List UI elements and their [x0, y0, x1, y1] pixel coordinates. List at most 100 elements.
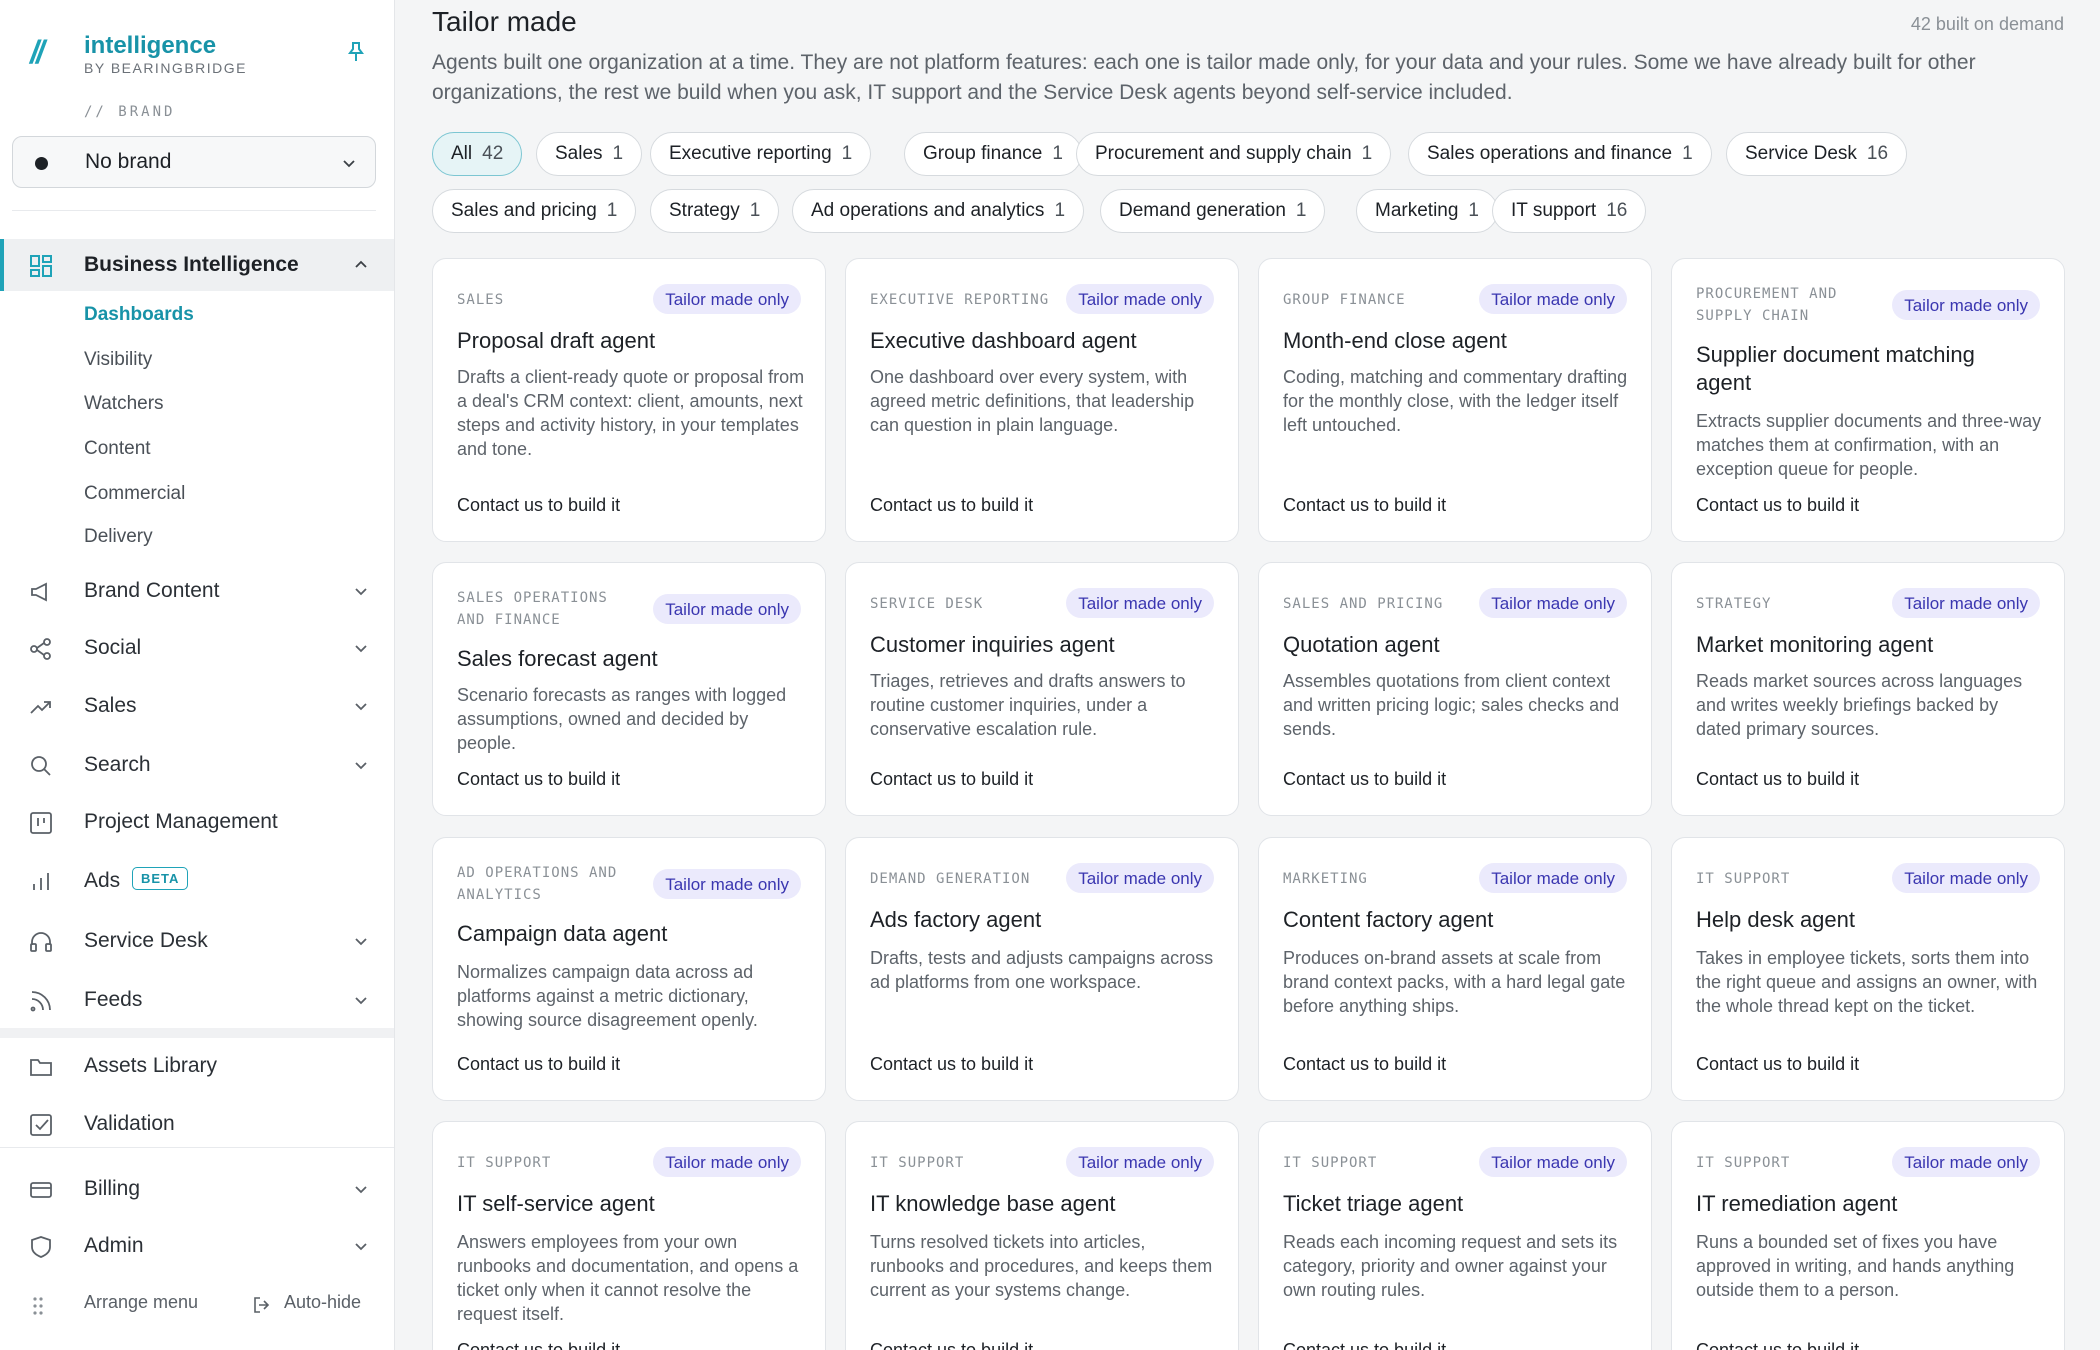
chip-executive-reporting[interactable]: Executive reporting 1 — [650, 132, 872, 176]
tailor-made-badge: Tailor made only — [653, 869, 801, 899]
contact-link[interactable]: Contact us to build it — [1283, 1340, 1446, 1350]
agent-card[interactable]: IT SUPPORT Tailor made only IT self-serv… — [432, 1121, 826, 1350]
card-title: Executive dashboard agent — [870, 328, 1137, 353]
agent-card[interactable]: STRATEGY Tailor made only Market monitor… — [1671, 562, 2065, 816]
nav-label: Billing — [84, 1177, 141, 1200]
contact-link[interactable]: Contact us to build it — [870, 769, 1033, 790]
card-description: Extracts supplier documents and three-wa… — [1696, 411, 2042, 479]
nav-project-management[interactable]: Project Management — [0, 796, 394, 848]
agent-card[interactable]: SALES AND PRICING Tailor made only Quota… — [1258, 562, 1652, 816]
agent-card[interactable]: SERVICE DESK Tailor made only Customer i… — [845, 562, 1239, 816]
nav-brand-content[interactable]: Brand Content — [0, 565, 394, 617]
subnav-visibility[interactable]: Visibility — [84, 349, 152, 371]
tailor-made-badge: Tailor made only — [1479, 1147, 1627, 1177]
agent-card[interactable]: PROCUREMENT AND SUPPLY CHAIN Tailor made… — [1671, 258, 2065, 542]
chip-strategy[interactable]: Strategy 1 — [650, 189, 780, 233]
agent-card[interactable]: IT SUPPORT Tailor made only Help desk ag… — [1671, 837, 2065, 1101]
nav-validation[interactable]: Validation — [0, 1098, 394, 1150]
card-category: EXECUTIVE REPORTING — [870, 292, 1050, 308]
chip-ad-operations[interactable]: Ad operations and analytics 1 — [792, 189, 1085, 233]
headset-icon — [30, 932, 52, 952]
chip-sales-and-pricing[interactable]: Sales and pricing 1 — [432, 189, 637, 233]
agent-card[interactable]: SALES OPERATIONS AND FINANCE Tailor made… — [432, 562, 826, 816]
contact-link[interactable]: Contact us to build it — [457, 769, 620, 790]
pin-icon[interactable] — [344, 40, 368, 64]
card-title: Sales forecast agent — [457, 646, 658, 671]
agent-card[interactable]: SALES Tailor made only Proposal draft ag… — [432, 258, 826, 542]
contact-link[interactable]: Contact us to build it — [1696, 495, 1859, 516]
auto-hide-button[interactable]: Auto-hide — [284, 1292, 361, 1313]
nav-label: Project Management — [84, 810, 278, 833]
agent-card[interactable]: MARKETING Tailor made only Content facto… — [1258, 837, 1652, 1101]
agent-card[interactable]: AD OPERATIONS AND ANALYTICS Tailor made … — [432, 837, 826, 1101]
nav-feeds[interactable]: Feeds — [0, 974, 394, 1026]
drag-handle-icon[interactable] — [32, 1296, 44, 1316]
contact-link[interactable]: Contact us to build it — [457, 1054, 620, 1075]
contact-link[interactable]: Contact us to build it — [870, 1054, 1033, 1075]
card-category: AD OPERATIONS AND ANALYTICS — [457, 865, 618, 903]
brand-select[interactable]: No brand — [12, 136, 376, 188]
contact-link[interactable]: Contact us to build it — [1696, 769, 1859, 790]
nav-admin[interactable]: Admin — [0, 1220, 394, 1272]
divider — [0, 1147, 394, 1148]
chip-count: 1 — [841, 143, 853, 164]
chip-service-desk[interactable]: Service Desk 16 — [1726, 132, 1908, 176]
logo[interactable]: // intelligence BY BEARINGBRIDGE — [28, 30, 368, 80]
contact-link[interactable]: Contact us to build it — [870, 1340, 1033, 1350]
subnav-dashboards[interactable]: Dashboards — [84, 304, 194, 326]
nav-service-desk[interactable]: Service Desk — [0, 915, 394, 967]
agent-card[interactable]: IT SUPPORT Tailor made only IT knowledge… — [845, 1121, 1239, 1350]
tailor-made-badge: Tailor made only — [1479, 863, 1627, 893]
chip-it-support[interactable]: IT support 16 — [1492, 189, 1647, 233]
chip-sales-operations[interactable]: Sales operations and finance 1 — [1408, 132, 1712, 176]
subnav-commercial[interactable]: Commercial — [84, 483, 185, 505]
chip-sales[interactable]: Sales 1 — [536, 132, 643, 176]
tailor-made-badge: Tailor made only — [1066, 588, 1214, 618]
agent-card[interactable]: IT SUPPORT Tailor made only Ticket triag… — [1258, 1121, 1652, 1350]
subnav-watchers[interactable]: Watchers — [84, 393, 164, 415]
nav-label: Social — [84, 636, 142, 659]
contact-link[interactable]: Contact us to build it — [457, 1340, 620, 1350]
built-count: 42 built on demand — [1910, 14, 2064, 34]
nav-sales[interactable]: Sales — [0, 680, 394, 732]
group-separator — [0, 1028, 394, 1038]
contact-link[interactable]: Contact us to build it — [1283, 1054, 1446, 1075]
chip-procurement[interactable]: Procurement and supply chain 1 — [1076, 132, 1392, 176]
nav-social[interactable]: Social — [0, 622, 394, 674]
agent-card[interactable]: GROUP FINANCE Tailor made only Month-end… — [1258, 258, 1652, 542]
chip-group-finance[interactable]: Group finance 1 — [904, 132, 1082, 176]
tailor-made-badge: Tailor made only — [1066, 1147, 1214, 1177]
chip-label: All — [451, 143, 473, 164]
agent-card[interactable]: DEMAND GENERATION Tailor made only Ads f… — [845, 837, 1239, 1101]
chip-label: Sales operations and finance — [1427, 143, 1673, 164]
chip-count: 42 — [482, 143, 504, 164]
chip-demand-generation[interactable]: Demand generation 1 — [1100, 189, 1326, 233]
contact-link[interactable]: Contact us to build it — [457, 495, 620, 516]
arrange-menu-button[interactable]: Arrange menu — [84, 1292, 198, 1313]
subnav-content[interactable]: Content — [84, 438, 151, 460]
contact-link[interactable]: Contact us to build it — [1696, 1054, 1859, 1075]
nav-billing[interactable]: Billing — [0, 1163, 394, 1215]
card-category: IT SUPPORT — [1696, 1155, 1791, 1171]
nav-assets-library[interactable]: Assets Library — [0, 1040, 394, 1092]
nav-ads[interactable]: Ads BETA — [0, 855, 394, 907]
subnav-delivery[interactable]: Delivery — [84, 526, 153, 548]
nav-search[interactable]: Search — [0, 739, 394, 791]
card-title: Content factory agent — [1283, 907, 1494, 932]
card-title: Quotation agent — [1283, 632, 1440, 657]
nav-label: Feeds — [84, 988, 143, 1011]
chip-all[interactable]: All 42 — [432, 132, 523, 176]
card-category: PROCUREMENT AND SUPPLY CHAIN — [1696, 286, 1838, 324]
agent-card[interactable]: EXECUTIVE REPORTING Tailor made only Exe… — [845, 258, 1239, 542]
chevron-up-icon[interactable] — [354, 258, 368, 272]
nav-business-intelligence[interactable]: Business Intelligence — [0, 239, 394, 291]
contact-link[interactable]: Contact us to build it — [1283, 495, 1446, 516]
contact-link[interactable]: Contact us to build it — [870, 495, 1033, 516]
contact-link[interactable]: Contact us to build it — [1696, 1340, 1859, 1350]
chip-marketing[interactable]: Marketing 1 — [1356, 189, 1498, 233]
rss-icon — [30, 991, 51, 1012]
chevron-down-icon — [355, 645, 367, 653]
sidebar: // intelligence BY BEARINGBRIDGE // BRAN… — [0, 0, 395, 1350]
agent-card[interactable]: IT SUPPORT Tailor made only IT remediati… — [1671, 1121, 2065, 1350]
contact-link[interactable]: Contact us to build it — [1283, 769, 1446, 790]
